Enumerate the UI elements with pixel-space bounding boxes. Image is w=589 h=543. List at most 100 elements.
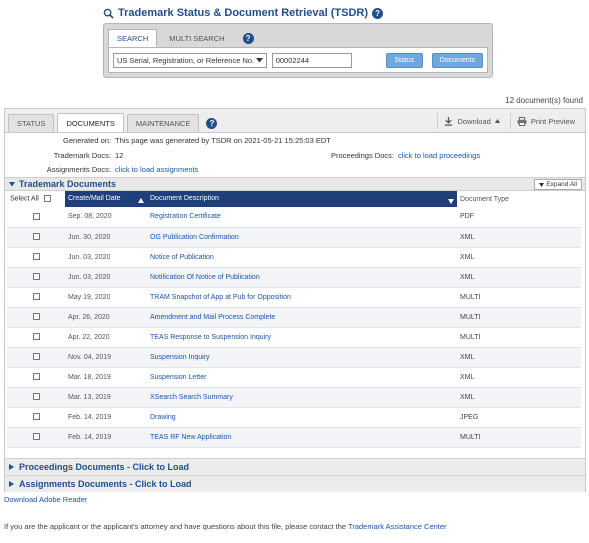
expand-arrow-icon	[9, 481, 14, 487]
row-description-link[interactable]: Drawing	[147, 407, 457, 428]
row-checkbox[interactable]	[32, 293, 40, 301]
help-icon[interactable]: ?	[206, 117, 218, 129]
row-type-link[interactable]: MULTI	[457, 287, 581, 308]
search-type-value: US Serial, Registration, or Reference No…	[117, 55, 255, 65]
row-date: Nov. 04, 2019	[65, 347, 147, 368]
row-date: Sep. 08, 2020	[65, 207, 147, 228]
row-date: Jun. 03, 2020	[65, 267, 147, 288]
tab-actions: Download Print Preview	[437, 113, 581, 129]
table-row: Mar. 18, 2019 Suspension Letter XML	[7, 367, 581, 388]
expand-all-button[interactable]: Expand All	[534, 179, 582, 190]
select-all-checkbox[interactable]	[43, 195, 51, 203]
row-checkbox[interactable]	[32, 233, 40, 241]
row-type-link[interactable]: JPEG	[457, 407, 581, 428]
row-checkbox[interactable]	[32, 213, 40, 221]
info-block: Generated on: This page was generated by…	[5, 133, 585, 177]
row-type-link[interactable]: MULTI	[457, 427, 581, 448]
tab-status[interactable]: STATUS	[8, 114, 55, 132]
row-checkbox[interactable]	[32, 373, 40, 381]
description-column-header[interactable]: Document Description	[147, 191, 457, 207]
row-type-link[interactable]: XML	[457, 387, 581, 408]
row-checkbox[interactable]	[32, 353, 40, 361]
collapse-arrow-icon	[9, 181, 15, 186]
row-date: Feb. 14, 2019	[65, 427, 147, 448]
search-row: US Serial, Registration, or Reference No…	[108, 47, 488, 73]
download-button[interactable]: Download	[437, 113, 505, 129]
help-icon[interactable]: ?	[242, 32, 254, 44]
tab-search[interactable]: SEARCH	[108, 29, 158, 47]
status-button[interactable]: Status	[385, 52, 423, 68]
row-type-link[interactable]: XML	[457, 247, 581, 268]
documents-panel: STATUS DOCUMENTS MAINTENANCE ? Download …	[4, 108, 586, 492]
row-checkbox[interactable]	[32, 393, 40, 401]
row-checkbox[interactable]	[32, 273, 40, 281]
row-description-link[interactable]: Suspension Letter	[147, 367, 457, 388]
table-header-row: Select All Create/Mail Date Document Des…	[7, 191, 581, 207]
table-row: Apr. 22, 2020 TEAS Response to Suspension…	[7, 327, 581, 348]
row-checkbox[interactable]	[32, 313, 40, 321]
row-type-link[interactable]: MULTI	[457, 327, 581, 348]
row-description-link[interactable]: Suspension Inquiry	[147, 347, 457, 368]
row-checkbox[interactable]	[32, 413, 40, 421]
row-checkbox[interactable]	[32, 253, 40, 261]
load-proceedings-link[interactable]: click to load proceedings	[398, 151, 480, 160]
generated-value: This page was generated by TSDR on 2021-…	[115, 136, 331, 145]
row-date: Jun. 03, 2020	[65, 247, 147, 268]
row-description-link[interactable]: TEAS RF New Application	[147, 427, 457, 448]
row-description-link[interactable]: TRAM Snapshot of App at Pub for Oppositi…	[147, 287, 457, 308]
search-type-select[interactable]: US Serial, Registration, or Reference No…	[113, 52, 267, 68]
table-row: Feb. 14, 2019 Drawing JPEG	[7, 407, 581, 428]
print-preview-button[interactable]: Print Preview	[509, 113, 581, 129]
tab-multi-search[interactable]: MULTI SEARCH	[160, 29, 234, 47]
row-checkbox[interactable]	[32, 333, 40, 341]
table-row: Feb. 14, 2019 TEAS RF New Application MULT…	[7, 427, 581, 448]
documents-button[interactable]: Documents	[431, 52, 483, 68]
row-select-cell	[7, 207, 65, 228]
row-type-link[interactable]: MULTI	[457, 307, 581, 328]
download-adobe-reader-link[interactable]: Download Adobe Reader	[4, 495, 87, 504]
row-description-link[interactable]: Registration Certificate	[147, 207, 457, 228]
row-type-link[interactable]: PDF	[457, 207, 581, 228]
row-description-link[interactable]: TEAS Response to Suspension Inquiry	[147, 327, 457, 348]
load-assignments-link[interactable]: click to load assignments	[115, 165, 198, 174]
row-type-link[interactable]: XML	[457, 367, 581, 388]
row-type-link[interactable]: XML	[457, 267, 581, 288]
row-description-link[interactable]: OG Publication Confirmation	[147, 227, 457, 248]
download-icon	[445, 116, 453, 126]
trademark-assistance-center-link[interactable]: Trademark Assistance Center	[348, 522, 447, 531]
row-select-cell	[7, 247, 65, 268]
download-label: Download	[457, 116, 491, 126]
help-icon[interactable]: ?	[372, 7, 384, 19]
select-all-label: Select All	[10, 195, 39, 203]
generated-label: Generated on:	[63, 136, 111, 145]
tab-maintenance[interactable]: MAINTENANCE	[126, 114, 200, 132]
row-select-cell	[7, 427, 65, 448]
trademark-documents-header[interactable]: Trademark Documents Expand All	[5, 177, 585, 191]
page-title: Trademark Status & Document Retrieval (T…	[103, 6, 384, 20]
table-row: Jun. 03, 2020 Notice of Publication XML	[7, 247, 581, 268]
table-row: Mar. 13, 2019 XSearch Search Summary XML	[7, 387, 581, 408]
row-select-cell	[7, 407, 65, 428]
row-date: Apr. 26, 2020	[65, 307, 147, 328]
row-description-link[interactable]: Notice of Publication	[147, 247, 457, 268]
assignments-documents-header[interactable]: Assignments Documents - Click to Load	[5, 475, 585, 492]
proceedings-docs-label: Proceedings Docs:	[331, 151, 394, 160]
row-description-link[interactable]: Notification Of Notice of Publication	[147, 267, 457, 288]
search-tabs: SEARCH MULTI SEARCH ?	[108, 29, 254, 47]
print-preview-label: Print Preview	[530, 116, 575, 126]
trademark-docs-value: 12	[115, 151, 124, 160]
row-date: Jun. 30, 2020	[65, 227, 147, 248]
type-column-header[interactable]: Document Type	[457, 191, 581, 207]
row-description-link[interactable]: XSearch Search Summary	[147, 387, 457, 408]
tab-documents[interactable]: DOCUMENTS	[57, 113, 124, 132]
row-description-link[interactable]: Amendment and Mail Process Complete	[147, 307, 457, 328]
row-checkbox[interactable]	[32, 433, 40, 441]
serial-number-input[interactable]	[271, 52, 352, 68]
row-type-link[interactable]: XML	[457, 347, 581, 368]
row-type-link[interactable]: XML	[457, 227, 581, 248]
chevron-down-icon	[539, 182, 545, 187]
row-select-cell	[7, 327, 65, 348]
proceedings-documents-header[interactable]: Proceedings Documents - Click to Load	[5, 458, 585, 475]
trademark-docs-label: Trademark Docs:	[53, 151, 111, 160]
date-column-header[interactable]: Create/Mail Date	[65, 191, 147, 207]
